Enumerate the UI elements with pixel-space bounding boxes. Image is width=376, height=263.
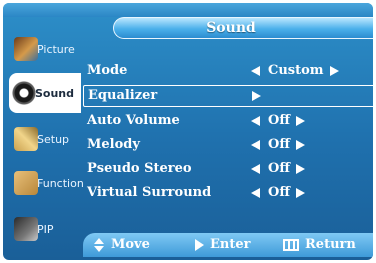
help-move-label: Move: [111, 237, 150, 252]
menu-item-pseudo-stereo[interactable]: Pseudo Stereo Off: [83, 159, 373, 179]
right-arrow-icon[interactable]: [296, 115, 305, 126]
right-arrow-icon[interactable]: [329, 65, 339, 76]
sidebar-item-setup[interactable]: Setup: [11, 119, 79, 159]
auto-volume-value: Off: [268, 113, 290, 128]
help-bar: Move Enter Return: [83, 233, 373, 257]
menu-item-label: Mode: [87, 63, 128, 78]
help-return-label: Return: [305, 237, 356, 252]
menu-item-value: [252, 88, 372, 103]
right-arrow-icon[interactable]: [252, 90, 261, 101]
help-enter-label: Enter: [210, 237, 251, 252]
menu-item-value: Off: [251, 137, 371, 152]
right-arrow-icon[interactable]: [296, 187, 305, 198]
picture-icon: [14, 37, 38, 61]
left-arrow-icon[interactable]: [251, 139, 260, 150]
left-arrow-icon[interactable]: [251, 65, 260, 76]
menu-item-value: Custom: [251, 63, 371, 78]
help-enter: Enter: [195, 237, 251, 252]
menu-item-value: Off: [251, 185, 371, 200]
sidebar-item-label: Picture: [37, 43, 75, 56]
left-arrow-icon[interactable]: [251, 163, 260, 174]
menu-item-mode[interactable]: Mode Custom: [83, 61, 373, 81]
menu-item-virtual-surround[interactable]: Virtual Surround Off: [83, 183, 373, 203]
menu-item-label: Virtual Surround: [87, 185, 212, 200]
menu-item-equalizer[interactable]: Equalizer: [83, 85, 373, 107]
mode-value: Custom: [268, 63, 324, 78]
up-down-icon: [93, 237, 105, 252]
sidebar-item-label: PIP: [37, 223, 54, 236]
pseudo-stereo-value: Off: [268, 161, 290, 176]
sidebar-item-picture[interactable]: Picture: [11, 29, 79, 69]
left-arrow-icon[interactable]: [251, 115, 260, 126]
help-move: Move: [93, 237, 150, 252]
menu-item-label: Melody: [87, 137, 140, 152]
menu-item-auto-volume[interactable]: Auto Volume Off: [83, 111, 373, 131]
osd-menu-window: Sound Picture Sound Setup Function PIP M…: [3, 3, 373, 260]
sidebar: Picture Sound Setup Function PIP: [9, 29, 84, 249]
left-arrow-icon[interactable]: [251, 187, 260, 198]
setup-icon: [14, 127, 38, 151]
help-return: Return: [283, 237, 356, 252]
return-icon: [283, 238, 299, 251]
sidebar-item-label: Sound: [35, 87, 75, 100]
menu-item-label: Auto Volume: [87, 113, 180, 128]
sidebar-item-function[interactable]: Function: [11, 163, 84, 203]
sidebar-item-label: Setup: [37, 133, 70, 146]
sidebar-item-sound[interactable]: Sound: [9, 73, 81, 113]
sidebar-item-label: Function: [37, 177, 84, 190]
function-icon: [14, 171, 38, 195]
menu-item-value: Off: [251, 161, 371, 176]
page-title: Sound: [206, 20, 256, 36]
right-arrow-icon[interactable]: [296, 139, 305, 150]
sidebar-item-pip[interactable]: PIP: [11, 209, 79, 249]
right-arrow-icon[interactable]: [296, 163, 305, 174]
menu-title-tab: Sound: [113, 17, 373, 39]
enter-icon: [195, 238, 204, 251]
top-bar: [3, 3, 373, 17]
melody-value: Off: [268, 137, 290, 152]
menu-item-label: Pseudo Stereo: [87, 161, 192, 176]
menu-item-value: Off: [251, 113, 371, 128]
pip-icon: [14, 217, 38, 241]
virtual-surround-value: Off: [268, 185, 290, 200]
sound-icon: [12, 81, 36, 105]
menu-item-label: Equalizer: [88, 88, 158, 103]
menu-item-melody[interactable]: Melody Off: [83, 135, 373, 155]
